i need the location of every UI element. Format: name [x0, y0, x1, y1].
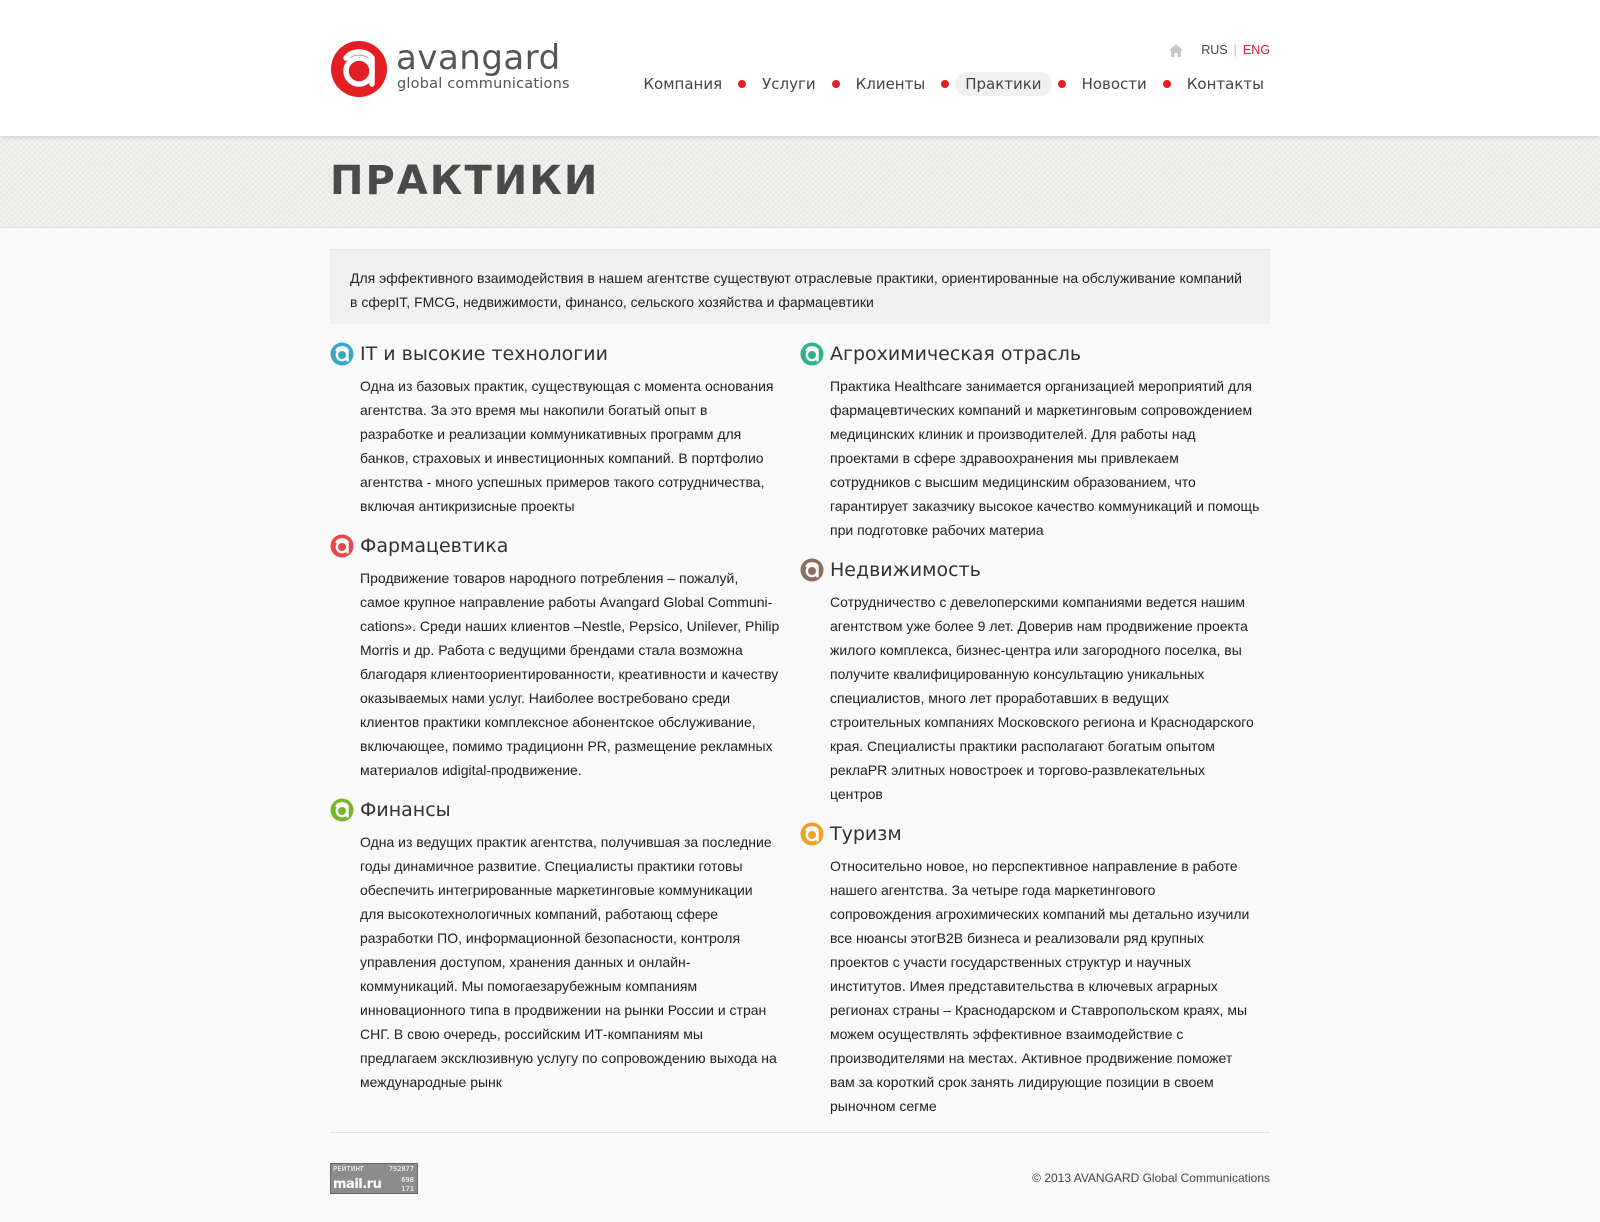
- practice-title: Фармацевтика: [360, 535, 509, 557]
- pharma-practice-icon: [330, 534, 354, 558]
- site-logo[interactable]: avangard global communications: [330, 38, 590, 100]
- site-header: avangard global communications RUS | ENG…: [0, 0, 1600, 136]
- home-icon[interactable]: [1169, 43, 1184, 57]
- nav-separator-dot: [831, 80, 840, 88]
- practice-title: Агрохимическая отрасль: [830, 343, 1082, 365]
- intro-text: Для эффективного взаимодействия в нашем …: [330, 249, 1270, 324]
- it-practice-icon: [330, 342, 354, 366]
- tourism-practice-icon: [800, 822, 824, 846]
- practices-right-column: Агрохимическая отрасль Практика Healthca…: [800, 338, 1260, 1130]
- practice-tourism: Туризм Относительно новое, но перспектив…: [800, 818, 1260, 1118]
- footer-divider: [330, 1132, 1270, 1133]
- practice-text: Сотрудничество с девелоперскими компания…: [830, 594, 1254, 802]
- counter-value-3: 171: [401, 1185, 414, 1193]
- practice-title: Туризм: [830, 823, 902, 845]
- counter-label: РЕЙТИНГ: [333, 1165, 365, 1173]
- avangard-logo-icon: [331, 41, 387, 97]
- copyright: © 2013 AVANGARD Global Communications: [1032, 1171, 1270, 1185]
- nav-separator-dot: [1057, 80, 1066, 88]
- nav-item-contacts[interactable]: Контакты: [1177, 72, 1274, 96]
- page-title: ПРАКТИКИ: [330, 158, 600, 204]
- agro-practice-icon: [800, 342, 824, 366]
- practice-title: Недвижимость: [830, 559, 981, 581]
- counter-value-1: 792877: [388, 1165, 414, 1173]
- nav-item-news[interactable]: Новости: [1072, 72, 1157, 96]
- logo-tagline: global communications: [397, 76, 570, 92]
- practice-realty: Недвижимость Сотрудничество с девелоперс…: [800, 554, 1260, 806]
- practice-it: IT и высокие технологии Одна из базовых …: [330, 338, 780, 518]
- main-nav: Компания Услуги Клиенты Практики Новости…: [633, 72, 1274, 96]
- practice-text: Относительно новое, но перспективное нап…: [830, 858, 1250, 1114]
- language-switcher: RUS | ENG: [1169, 42, 1270, 58]
- lang-rus-link[interactable]: RUS: [1201, 43, 1227, 57]
- practice-pharma: Фармацевтика Продвижение товаров народно…: [330, 530, 780, 782]
- practice-title: Финансы: [360, 799, 451, 821]
- finance-practice-icon: [330, 798, 354, 822]
- practice-title: IT и высокие технологии: [360, 343, 608, 365]
- nav-item-clients[interactable]: Клиенты: [846, 72, 936, 96]
- counter-value-2: 698: [401, 1176, 414, 1184]
- practice-text: Одна из базовых практик, существующая с …: [360, 378, 774, 514]
- lang-eng-link[interactable]: ENG: [1243, 43, 1270, 57]
- realty-practice-icon: [800, 558, 824, 582]
- title-band: ПРАКТИКИ: [0, 136, 1600, 228]
- counter-brand: mail.ru: [333, 1177, 382, 1192]
- nav-item-practices[interactable]: Практики: [955, 72, 1052, 96]
- practice-text: Продвижение товаров народного потреблени…: [360, 570, 780, 778]
- nav-item-services[interactable]: Услуги: [752, 72, 825, 96]
- practices-left-column: IT и высокие технологии Одна из базовых …: [330, 338, 780, 1106]
- mailru-rating-counter[interactable]: РЕЙТИНГ 792877 mail.ru 698 171: [330, 1163, 418, 1194]
- nav-item-company[interactable]: Компания: [633, 72, 732, 96]
- practice-text: Одна из ведущих практик агентства, получ…: [360, 834, 777, 1090]
- nav-separator-dot: [941, 80, 950, 88]
- practice-text: Практика Healthcare занимается организац…: [830, 378, 1260, 538]
- nav-separator-dot: [738, 80, 747, 88]
- nav-separator-dot: [1162, 80, 1171, 88]
- logo-name: avangard: [396, 38, 561, 78]
- lang-separator: |: [1233, 43, 1237, 57]
- practice-agro: Агрохимическая отрасль Практика Healthca…: [800, 338, 1260, 542]
- practice-finance: Финансы Одна из ведущих практик агентств…: [330, 794, 780, 1094]
